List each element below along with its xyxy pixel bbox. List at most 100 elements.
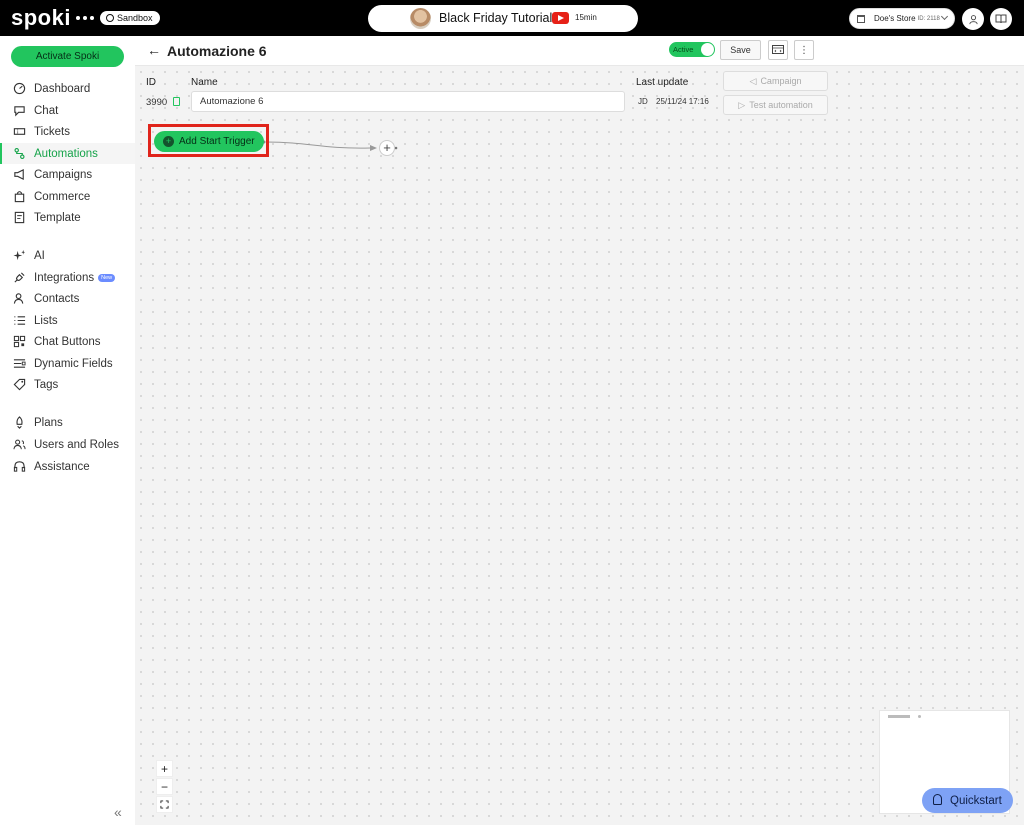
- sidebar-item-commerce[interactable]: Commerce: [0, 186, 135, 207]
- sidebar-item-template[interactable]: Template: [0, 207, 135, 228]
- sidebar-item-label: Tags: [34, 378, 59, 391]
- toggle-knob: [701, 43, 714, 56]
- shopping-bag-icon: [12, 190, 26, 204]
- sidebar-item-tickets[interactable]: Tickets: [0, 121, 135, 142]
- quickstart-button[interactable]: Quickstart: [922, 788, 1013, 813]
- vertical-dots-icon: ⋮: [799, 44, 809, 56]
- zoom-in-button[interactable]: +: [156, 760, 173, 777]
- users-icon: [12, 438, 26, 452]
- store-name: Doe's Store: [874, 14, 916, 23]
- chat-bubble-icon: [12, 104, 26, 118]
- last-update-value: 25/11/24 17:16: [656, 97, 709, 106]
- sidebar-item-plans[interactable]: Plans: [0, 412, 135, 433]
- youtube-icon: [552, 12, 569, 24]
- id-value: 3990: [146, 97, 168, 108]
- more-options-button[interactable]: ⋮: [794, 40, 814, 60]
- sidebar-item-lists[interactable]: Lists: [0, 310, 135, 331]
- sidebar-item-integrations[interactable]: Integrations New: [0, 267, 135, 288]
- sidebar-item-dashboard[interactable]: Dashboard: [0, 78, 135, 99]
- docs-button[interactable]: [990, 8, 1012, 30]
- id-label: ID: [146, 77, 156, 88]
- sidebar-item-label: Dashboard: [34, 82, 91, 95]
- top-bar: spoki Sandbox Black Friday Tutorial 15mi…: [0, 0, 1024, 36]
- sandbox-badge[interactable]: Sandbox: [100, 11, 160, 25]
- user-icon: [968, 14, 978, 24]
- minimap-node: [918, 715, 921, 718]
- sidebar-item-label: Commerce: [34, 190, 91, 203]
- plus-icon: +: [383, 140, 391, 155]
- lightbulb-icon: [933, 794, 942, 805]
- zoom-out-button[interactable]: −: [156, 778, 173, 795]
- sidebar-item-chat-buttons[interactable]: Chat Buttons: [0, 331, 135, 352]
- sidebar-item-label: Integrations: [34, 271, 95, 284]
- minimap-node: [888, 715, 910, 718]
- ticket-icon: [12, 125, 26, 139]
- last-update-initials: JD: [638, 97, 648, 106]
- activate-spoki-button[interactable]: Activate Spoki: [11, 46, 124, 67]
- spoki-logo[interactable]: spoki: [11, 5, 94, 31]
- fields-icon: [12, 357, 26, 371]
- sidebar-item-label: Plans: [34, 416, 63, 429]
- fit-view-button[interactable]: [156, 796, 173, 813]
- gauge-icon: [12, 82, 26, 96]
- code-view-button[interactable]: [768, 40, 788, 60]
- sidebar-item-contacts[interactable]: Contacts: [0, 288, 135, 309]
- add-start-trigger-label: Add Start Trigger: [179, 136, 255, 147]
- name-input[interactable]: [191, 91, 625, 112]
- quickstart-label: Quickstart: [950, 794, 1002, 807]
- automation-header: ← Automazione 6 Active Save ⋮: [135, 36, 1024, 66]
- store-selector[interactable]: Doe's Store ID: 2118: [849, 8, 955, 29]
- sidebar-item-campaigns[interactable]: Campaigns: [0, 164, 135, 185]
- plug-icon: [12, 271, 26, 285]
- sidebar-item-label: Users and Roles: [34, 438, 120, 451]
- megaphone-icon: [12, 168, 26, 182]
- gear-icon: [106, 14, 114, 22]
- save-button[interactable]: Save: [720, 40, 761, 60]
- sidebar-item-label: Lists: [34, 314, 58, 327]
- add-node-button[interactable]: +: [379, 140, 395, 156]
- copy-icon[interactable]: [173, 97, 180, 106]
- campaign-button[interactable]: ◁ Campaign: [723, 71, 828, 91]
- plus-circle-icon: +: [163, 136, 174, 147]
- sidebar-item-label: Chat Buttons: [34, 335, 101, 348]
- back-arrow-icon[interactable]: ←: [147, 42, 161, 58]
- sidebar-item-label: Assistance: [34, 460, 90, 473]
- sidebar-item-dynamic-fields[interactable]: Dynamic Fields: [0, 353, 135, 374]
- sidebar-item-automations[interactable]: Automations: [0, 143, 135, 164]
- logo-dots-icon: [75, 16, 94, 20]
- sidebar-item-label: AI: [34, 249, 45, 262]
- store-id: ID: 2118: [917, 15, 940, 22]
- sidebar-item-label: Tickets: [34, 125, 70, 138]
- new-badge: New: [98, 273, 116, 282]
- automation-icon: [12, 147, 26, 161]
- active-toggle-label: Active: [673, 45, 694, 54]
- user-profile-button[interactable]: [962, 8, 984, 30]
- sidebar-item-assistance[interactable]: Assistance: [0, 456, 135, 477]
- tutorial-avatar: [410, 8, 431, 29]
- tutorial-title: Black Friday Tutorial: [439, 11, 553, 25]
- add-start-trigger-button[interactable]: + Add Start Trigger: [154, 131, 264, 152]
- tag-icon: [12, 378, 26, 392]
- sidebar: Activate Spoki Dashboard Chat Tickets Au…: [0, 36, 135, 825]
- list-icon: [12, 314, 26, 328]
- sidebar-item-chat[interactable]: Chat: [0, 100, 135, 121]
- sidebar-item-users-and-roles[interactable]: Users and Roles: [0, 434, 135, 455]
- qr-icon: [12, 335, 26, 349]
- headset-icon: [12, 460, 26, 474]
- test-automation-label: Test automation: [749, 100, 813, 110]
- sidebar-item-label: Chat: [34, 104, 59, 117]
- active-toggle[interactable]: Active: [669, 42, 715, 57]
- name-label: Name: [191, 77, 218, 88]
- sidebar-item-label: Dynamic Fields: [34, 357, 113, 370]
- test-automation-button[interactable]: ▷ Test automation: [723, 95, 828, 115]
- plus-icon: +: [160, 761, 168, 776]
- collapse-sidebar-icon[interactable]: «: [114, 804, 122, 820]
- contacts-icon: [12, 292, 26, 306]
- code-window-icon: [772, 45, 784, 54]
- play-circle-icon: ▷: [738, 99, 746, 110]
- calendar-icon: [857, 15, 865, 23]
- megaphone-icon: ◁: [749, 75, 757, 86]
- sidebar-item-tags[interactable]: Tags: [0, 374, 135, 395]
- sidebar-item-ai[interactable]: AI: [0, 245, 135, 266]
- sandbox-label: Sandbox: [117, 13, 153, 23]
